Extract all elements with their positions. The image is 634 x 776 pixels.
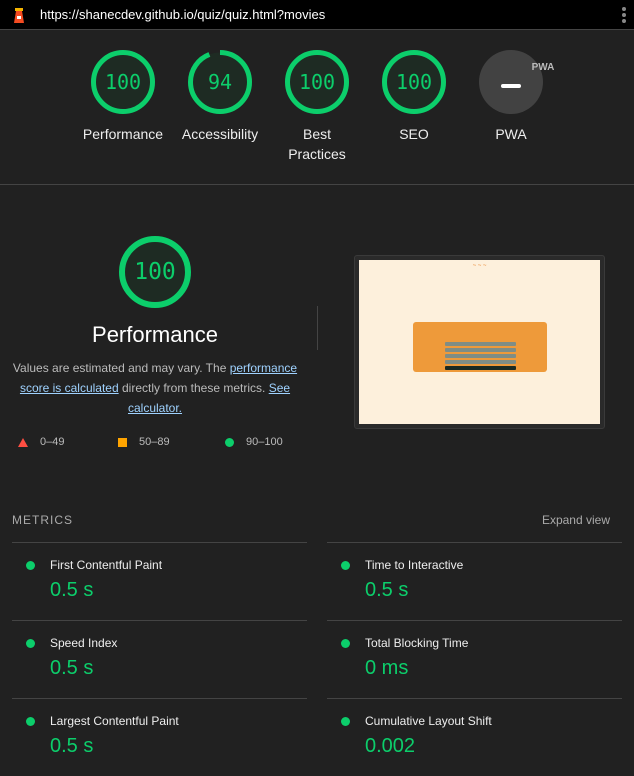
score-legend: 0–49 50–89 90–100: [18, 436, 283, 448]
gauge-seo[interactable]: 100 SEO: [366, 50, 463, 184]
average-square-icon: [118, 437, 127, 447]
metric-label: First Contentful Paint: [50, 558, 163, 572]
gauge-score: 94: [207, 70, 233, 94]
metric-value: 0.5 s: [50, 735, 94, 757]
gauge-label: Accessibility: [181, 126, 259, 142]
category-gauges: 100 Performance 94 Accessibility 100 Best P…: [0, 30, 634, 185]
fail-triangle-icon: [18, 437, 28, 447]
gauge-label: Best Practices: [288, 126, 346, 162]
more-options-icon[interactable]: [622, 7, 626, 25]
top-bar: https://shanecdev.github.io/quiz/quiz.ht…: [0, 0, 634, 30]
pass-circle-icon: [341, 561, 350, 570]
metric-label: Time to Interactive: [365, 558, 464, 572]
gauge-score: 100: [298, 70, 336, 94]
pass-circle-icon: [26, 717, 35, 726]
metric-tti: Time to Interactive 0.5 s: [327, 542, 622, 620]
metric-value: 0 ms: [365, 657, 409, 679]
metric-value: 0.5 s: [50, 657, 94, 679]
screenshot-quiz-card: [413, 322, 547, 372]
pass-circle-icon: [341, 639, 350, 648]
metric-label: Speed Index: [50, 636, 118, 650]
gauge-best-practices[interactable]: 100 Best Practices: [269, 50, 366, 184]
page-url: https://shanecdev.github.io/quiz/quiz.ht…: [40, 7, 326, 22]
gauge-performance[interactable]: 100 Performance: [75, 50, 172, 184]
performance-title: Performance: [92, 322, 218, 347]
divider: [317, 306, 318, 350]
gauge-pwa[interactable]: PWA PWA: [463, 50, 560, 184]
screenshot-page: ~ ~ ~: [359, 260, 600, 424]
pwa-badge-icon: PWA: [479, 50, 554, 114]
gauge-label: Performance: [82, 126, 164, 142]
desc-text: directly from these metrics.: [118, 381, 269, 395]
pwa-badge-text: PWA: [531, 62, 555, 73]
performance-gauge: 100: [119, 236, 191, 308]
expand-view-toggle[interactable]: Expand view: [542, 513, 610, 527]
performance-description: Values are estimated and may vary. The p…: [12, 358, 298, 418]
final-screenshot[interactable]: ~ ~ ~: [354, 255, 605, 429]
metric-cls: Cumulative Layout Shift 0.002: [327, 698, 622, 776]
gauge-label: PWA: [495, 126, 527, 142]
performance-score: 100: [134, 259, 176, 285]
metrics-heading: METRICS: [12, 513, 73, 527]
metric-value: 0.5 s: [365, 579, 409, 601]
lighthouse-logo-icon: [14, 7, 24, 23]
metric-value: 0.002: [365, 735, 416, 757]
metric-speed-index: Speed Index 0.5 s: [12, 620, 307, 698]
performance-summary: 100 Performance Values are estimated and…: [0, 236, 310, 418]
metrics-grid: First Contentful Paint 0.5 s Time to Inte…: [12, 542, 622, 776]
desc-text: Values are estimated and may vary. The: [12, 361, 230, 375]
pass-circle-icon: [225, 437, 234, 447]
metric-value: 0.5 s: [50, 579, 94, 601]
metric-tbt: Total Blocking Time 0 ms: [327, 620, 622, 698]
metric-label: Cumulative Layout Shift: [365, 714, 492, 728]
legend-fail: 0–49: [40, 436, 65, 448]
pass-circle-icon: [26, 639, 35, 648]
legend-average: 50–89: [139, 436, 170, 448]
gauge-score: 100: [395, 70, 433, 94]
screenshot-title: ~ ~ ~: [472, 263, 487, 269]
pass-circle-icon: [341, 717, 350, 726]
gauge-score: 100: [104, 70, 142, 94]
pass-circle-icon: [26, 561, 35, 570]
metric-fcp: First Contentful Paint 0.5 s: [12, 542, 307, 620]
legend-pass: 90–100: [246, 436, 283, 448]
metric-label: Largest Contentful Paint: [50, 714, 179, 728]
metric-lcp: Largest Contentful Paint 0.5 s: [12, 698, 307, 776]
gauge-accessibility[interactable]: 94 Accessibility: [172, 50, 269, 184]
metric-label: Total Blocking Time: [365, 636, 469, 650]
gauge-label: SEO: [399, 126, 429, 142]
